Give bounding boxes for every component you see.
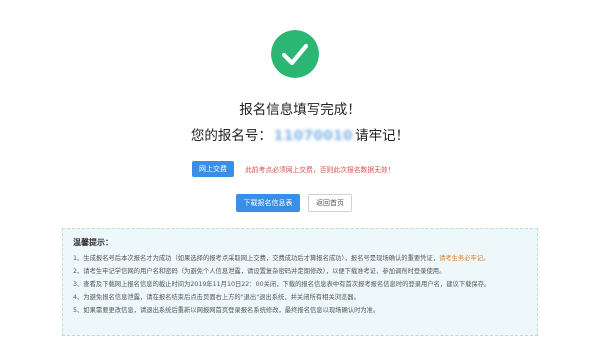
return-home-button[interactable]: 返回首页: [308, 194, 352, 212]
download-registration-form-button[interactable]: 下载报名信息表: [236, 194, 300, 212]
tips-panel: 温馨提示： 1、生成报名号后本次报名才为成功（如果选择的报考点采取网上交费，交费…: [62, 228, 538, 336]
tip-text: 3、查看及下载网上报名信息的截止时间为2019年11月10日22：00关闭，下载…: [73, 281, 491, 288]
tip-highlight: 请考生务必牢记。: [439, 255, 490, 262]
tips-title: 温馨提示：: [73, 238, 113, 247]
online-payment-button[interactable]: 网上交费: [192, 161, 234, 177]
success-check-icon: [271, 30, 319, 78]
registration-number: 11070010: [273, 128, 354, 144]
payment-notice: 此前考点必须网上交费，否则此次报名数据无效！: [245, 166, 395, 174]
registration-number-prefix: 您的报名号：: [190, 128, 272, 144]
checkmark-icon: [271, 30, 319, 78]
tip-item: 4、为避免报名信息泄露，请在报名结束后点击页面右上方的"退出"退出系统，并关闭所…: [73, 293, 527, 303]
registration-number-line: 您的报名号： 11070010 请牢记！: [0, 124, 600, 144]
registration-number-suffix: 请牢记！: [355, 128, 410, 144]
page-title: 报名信息填写完成！: [239, 102, 361, 118]
tip-item: 3、查看及下载网上报名信息的截止时间为2019年11月10日22：00关闭，下载…: [73, 280, 527, 290]
tip-item: 1、生成报名号后本次报名才为成功（如果选择的报考点采取网上交费，交费成功后才算报…: [73, 254, 527, 264]
tip-text: 4、为避免报名信息泄露，请在报名结束后点击页面右上方的"退出"退出系统，并关闭所…: [73, 294, 360, 301]
tip-text: 2、请考生牢记学信网的用户名和密码（为避免个人信息泄露，请设置复杂密码并定期修改…: [73, 268, 446, 275]
tip-item: 2、请考生牢记学信网的用户名和密码（为避免个人信息泄露，请设置复杂密码并定期修改…: [73, 267, 527, 277]
tip-text: 5、如果需要更改信息，请退出系统后重新以网报网首页登录报名系统修改，最终报名信息…: [73, 307, 380, 314]
tip-text: 1、生成报名号后本次报名才为成功（如果选择的报考点采取网上交费，交费成功后才算报…: [73, 255, 440, 262]
tip-item: 5、如果需要更改信息，请退出系统后重新以网报网首页登录报名系统修改，最终报名信息…: [73, 306, 527, 316]
